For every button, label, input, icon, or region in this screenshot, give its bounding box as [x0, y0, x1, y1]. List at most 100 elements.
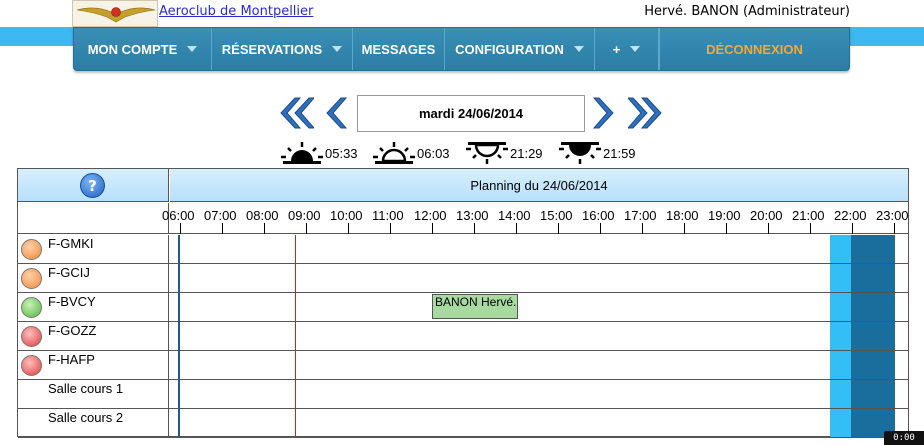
- nav-reservations[interactable]: RÉSERVATIONS: [212, 28, 353, 70]
- nav-more-label: +: [612, 41, 621, 57]
- next-day-icon[interactable]: [592, 96, 617, 133]
- hour-label: 11:00: [372, 208, 404, 223]
- status-light-icon: [21, 297, 42, 318]
- aeroclub-logo[interactable]: [72, 0, 158, 27]
- nav-messages[interactable]: MESSAGES: [353, 28, 445, 70]
- hour-tick: [516, 223, 517, 234]
- hour-label: 21:00: [792, 208, 825, 223]
- resource-name[interactable]: F-BVCY: [48, 294, 96, 309]
- table-row: F-BVCY BANON Hervé.: [18, 293, 908, 322]
- hours-header: 06:00 07:00 08:00 09:00 10:00 11:00 12:00 13:00…: [18, 203, 909, 234]
- hour-label: 10:00: [330, 208, 363, 223]
- resource-label: F-BVCY: [18, 293, 169, 321]
- resource-timeline[interactable]: [170, 235, 908, 263]
- resource-label: F-GMKI: [18, 235, 169, 263]
- hour-label: 22:00: [834, 208, 867, 223]
- night-band: [851, 264, 895, 292]
- resource-name[interactable]: F-GMKI: [48, 236, 94, 251]
- sun-time-value: 06:03: [417, 145, 450, 161]
- resource-name[interactable]: F-GOZZ: [48, 323, 96, 338]
- hour-tick: [432, 223, 433, 234]
- status-light-icon: [21, 268, 42, 289]
- help-cell: ?: [18, 169, 169, 202]
- hour-label: 12:00: [414, 208, 447, 223]
- dawn-line: [178, 235, 180, 263]
- nav-configuration-label: CONFIGURATION: [455, 41, 564, 57]
- sunrise-dawn-icon: [281, 142, 323, 164]
- resource-label: F-GOZZ: [18, 322, 169, 350]
- sunrise-icon: [373, 142, 415, 164]
- resource-timeline[interactable]: [170, 322, 908, 350]
- hour-tick: [180, 223, 181, 234]
- nav-mon-compte-label: MON COMPTE: [87, 41, 178, 57]
- status-light-icon: [21, 239, 42, 260]
- hour-tick: [306, 223, 307, 234]
- resource-timeline[interactable]: [170, 351, 908, 379]
- sun-time-value: 21:29: [510, 145, 543, 161]
- next-week-icon[interactable]: [626, 96, 664, 133]
- prev-week-icon[interactable]: [278, 96, 316, 133]
- resource-name[interactable]: Salle cours 2: [48, 410, 123, 425]
- resource-name[interactable]: F-GCIJ: [48, 265, 90, 280]
- resource-timeline[interactable]: [170, 264, 908, 292]
- hour-label: 17:00: [624, 208, 657, 223]
- hour-tick: [600, 223, 601, 234]
- resource-name[interactable]: F-HAFP: [48, 352, 95, 367]
- current-time-line: [295, 351, 296, 379]
- current-time-line: [295, 264, 296, 292]
- hour-label: 08:00: [246, 208, 279, 223]
- current-time-line: [295, 322, 296, 350]
- sun-time-dawn: 05:33: [281, 140, 358, 166]
- table-row: Salle cours 1: [18, 380, 908, 409]
- hour-tick: [558, 223, 559, 234]
- hour-label: 07:00: [204, 208, 237, 223]
- resource-label: F-GCIJ: [18, 264, 169, 292]
- sun-time-dusk: 21:59: [559, 140, 636, 166]
- resource-label: Salle cours 2: [18, 409, 169, 437]
- dawn-line: [178, 322, 180, 350]
- dusk-band: [830, 264, 851, 292]
- dawn-line: [178, 293, 180, 321]
- nav-reservations-label: RÉSERVATIONS: [221, 41, 323, 57]
- booking-block[interactable]: BANON Hervé.: [432, 294, 518, 319]
- nav-mon-compte[interactable]: MON COMPTE: [74, 28, 212, 70]
- resource-timeline[interactable]: BANON Hervé.: [170, 293, 908, 321]
- night-band: [851, 235, 895, 263]
- hour-tick: [768, 223, 769, 234]
- chevron-down-icon: [332, 46, 343, 52]
- current-user: Hervé. BANON (Administrateur): [644, 4, 850, 19]
- nav-configuration[interactable]: CONFIGURATION: [445, 28, 595, 70]
- hour-label: 23:00: [876, 208, 909, 223]
- help-icon[interactable]: ?: [80, 173, 105, 198]
- dusk-band: [830, 351, 851, 379]
- current-time-line: [295, 409, 296, 437]
- current-time-line: [295, 293, 296, 321]
- hour-tick: [684, 223, 685, 234]
- hour-tick: [894, 223, 895, 234]
- sun-time-value: 21:59: [603, 145, 636, 161]
- chevron-down-icon: [187, 46, 198, 52]
- status-light-icon: [21, 355, 42, 376]
- planning-title: Planning du 24/06/2014: [170, 169, 908, 202]
- logout-button[interactable]: DÉCONNEXION: [659, 28, 849, 70]
- site-name-link[interactable]: Aeroclub de Montpellier: [159, 4, 313, 19]
- nav-more[interactable]: +: [595, 28, 659, 70]
- night-band: [851, 293, 895, 321]
- hour-tick: [810, 223, 811, 234]
- sunset-dusk-icon: [559, 142, 601, 164]
- sunset-icon: [466, 142, 508, 164]
- dawn-line: [178, 380, 180, 408]
- current-date[interactable]: mardi 24/06/2014: [357, 95, 585, 132]
- current-time-line: [295, 380, 296, 408]
- table-row: F-HAFP: [18, 351, 908, 380]
- chevron-down-icon: [573, 46, 584, 52]
- resource-name[interactable]: Salle cours 1: [48, 381, 123, 396]
- hour-label: 20:00: [750, 208, 783, 223]
- resource-timeline[interactable]: [170, 380, 908, 408]
- chevron-down-icon: [630, 46, 641, 52]
- resource-timeline[interactable]: [170, 409, 908, 437]
- prev-day-icon[interactable]: [323, 96, 348, 133]
- table-row: F-GOZZ: [18, 322, 908, 351]
- dawn-line: [178, 409, 180, 437]
- hours-header-left: [18, 203, 169, 234]
